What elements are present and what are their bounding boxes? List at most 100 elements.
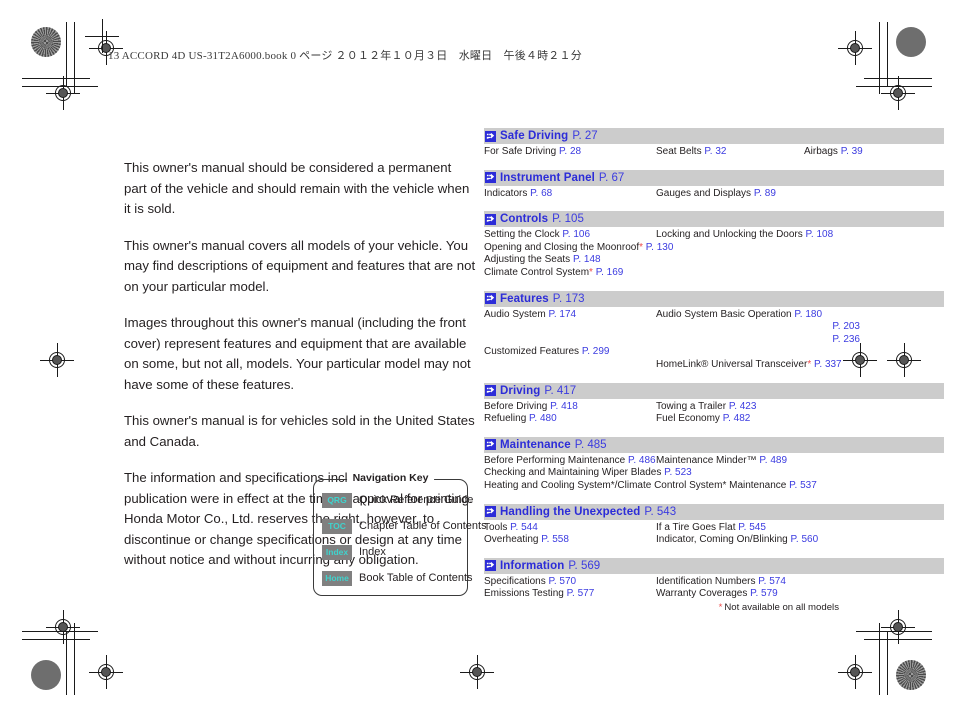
toc-entry-continuation-page[interactable]: P. 203 <box>656 321 860 334</box>
footnote: * Not available on all models <box>484 602 944 613</box>
toc-entry[interactable]: Maintenance Minder™ P. 489 <box>656 455 944 468</box>
toc-row: Customized Features P. 299 <box>484 346 944 359</box>
toc-section-header[interactable]: Handling the Unexpected P. 543 <box>484 503 944 520</box>
nav-badge-home-icon[interactable]: Home <box>322 570 352 586</box>
navigation-key-row[interactable]: Index Index <box>322 540 459 564</box>
toc-entry-page[interactable]: P. 544 <box>510 522 538 533</box>
toc-section-page[interactable]: P. 27 <box>572 130 597 142</box>
toc-entry-page[interactable]: P. 523 <box>664 467 692 478</box>
toc-entry[interactable]: Locking and Unlocking the Doors P. 108 <box>656 229 944 242</box>
toc-section-page[interactable]: P. 485 <box>575 439 607 451</box>
footnote-text: Not available on all models <box>724 602 839 613</box>
toc-entry-page[interactable]: P. 558 <box>541 534 569 545</box>
toc-entry[interactable]: Identification Numbers P. 574 <box>656 576 944 589</box>
toc-section-title: Driving <box>500 384 541 397</box>
toc-row: Emissions Testing P. 577 Warranty Coverag… <box>484 588 944 601</box>
toc-section-page[interactable]: P. 417 <box>544 385 576 397</box>
toc-entry-page[interactable]: P. 570 <box>548 576 576 587</box>
toc-entry[interactable]: Airbags P. 39 <box>804 146 944 159</box>
toc-entry[interactable]: Adjusting the Seats P. 148 <box>484 254 944 267</box>
toc-entry[interactable]: Warranty Coverages P. 579 <box>656 588 944 601</box>
toc-entry[interactable]: Climate Control System* P. 169 <box>484 267 944 280</box>
toc-entry-page[interactable]: P. 130 <box>646 242 674 253</box>
registration-target-left-mid <box>40 343 74 377</box>
toc-section-header[interactable]: Features P. 173 <box>484 290 944 307</box>
toc-entry-continuation-page[interactable]: P. 236 <box>656 334 860 347</box>
toc-section-header[interactable]: Controls P. 105 <box>484 211 944 228</box>
navigation-key-row[interactable]: QRG Quick Reference Guide <box>322 488 473 512</box>
toc-entry-page[interactable]: P. 337 <box>814 359 842 370</box>
toc-entry-page[interactable]: P. 108 <box>806 229 834 240</box>
toc-entry-page[interactable]: P. 299 <box>582 346 610 357</box>
toc-row: Overheating P. 558 Indicator, Coming On/B… <box>484 534 944 547</box>
navigation-key-row[interactable]: TOC Chapter Table of Contents <box>322 514 487 538</box>
toc-entry-page[interactable]: P. 545 <box>738 522 766 533</box>
toc-entry-page[interactable]: P. 579 <box>750 588 778 599</box>
toc-entry[interactable]: Towing a Trailer P. 423 <box>656 401 944 414</box>
toc-section-page[interactable]: P. 67 <box>599 172 624 184</box>
toc-section-page[interactable]: P. 105 <box>552 213 584 225</box>
toc-section-page[interactable]: P. 173 <box>553 293 585 305</box>
toc-entry-page[interactable]: P. 486 <box>628 455 656 466</box>
toc-entry[interactable]: Gauges and Displays P. 89 <box>656 188 944 201</box>
toc-entry-page[interactable]: P. 28 <box>559 146 581 157</box>
toc-entry[interactable]: Tools P. 544 <box>484 522 656 535</box>
toc-entry-page[interactable]: P. 560 <box>791 534 819 545</box>
toc-entry[interactable]: Emissions Testing P. 577 <box>484 588 656 601</box>
toc-entry[interactable]: Heating and Cooling System*/Climate Cont… <box>484 480 944 493</box>
toc-entry-page[interactable]: P. 106 <box>562 229 590 240</box>
toc-entry[interactable]: Customized Features P. 299 <box>484 346 944 359</box>
toc-entry[interactable]: Before Driving P. 418 <box>484 401 656 414</box>
toc-entry-page[interactable]: P. 482 <box>723 413 751 424</box>
registration-target-tr-b <box>881 76 915 110</box>
toc-entry[interactable]: Setting the Clock P. 106 <box>484 229 656 242</box>
toc-section: Safe Driving P. 27 For Safe Driving P. 28 S… <box>484 128 944 159</box>
toc-entry[interactable]: Overheating P. 558 <box>484 534 656 547</box>
navigation-key-row[interactable]: Home Book Table of Contents <box>322 566 473 590</box>
toc-section-header[interactable]: Information P. 569 <box>484 557 944 574</box>
toc-entry[interactable]: Indicator, Coming On/Blinking P. 560 <box>656 534 944 547</box>
toc-section-header[interactable]: Maintenance P. 485 <box>484 436 944 453</box>
toc-entry-page[interactable]: P. 423 <box>729 401 757 412</box>
toc-section-header[interactable]: Instrument Panel P. 67 <box>484 169 944 186</box>
toc-entry[interactable]: HomeLink® Universal Transceiver* P. 337 <box>656 359 944 372</box>
toc-entry[interactable]: If a Tire Goes Flat P. 545 <box>656 522 944 535</box>
toc-entry-page[interactable]: P. 89 <box>754 188 776 199</box>
toc-entry-page[interactable]: P. 169 <box>596 267 624 278</box>
toc-entry-page[interactable]: P. 489 <box>759 455 787 466</box>
toc-entry[interactable]: Audio System P. 174 <box>484 309 656 347</box>
toc-section-page[interactable]: P. 543 <box>644 506 676 518</box>
toc-entry-label: Tools <box>484 521 508 533</box>
toc-entry[interactable]: For Safe Driving P. 28 <box>484 146 656 159</box>
toc-entry-label: Gauges and Displays <box>656 187 752 199</box>
toc-entry-page[interactable]: P. 68 <box>530 188 552 199</box>
toc-entry-page[interactable]: P. 39 <box>841 146 863 157</box>
toc-entry[interactable]: Specifications P. 570 <box>484 576 656 589</box>
toc-entry[interactable]: Audio System Basic Operation P. 180 P. 20… <box>656 309 860 347</box>
toc-entry[interactable] <box>484 359 656 372</box>
toc-entry[interactable]: Checking and Maintaining Wiper Blades P.… <box>484 467 944 480</box>
toc-row: Climate Control System* P. 169 <box>484 267 944 280</box>
toc-section-page[interactable]: P. 569 <box>568 560 600 572</box>
toc-entry-page[interactable]: P. 180 <box>794 309 822 320</box>
toc-entry-page[interactable]: P. 577 <box>567 588 595 599</box>
toc-entry[interactable]: Refueling P. 480 <box>484 413 656 426</box>
toc-entry[interactable]: Indicators P. 68 <box>484 188 656 201</box>
toc-entry-page[interactable]: P. 418 <box>550 401 578 412</box>
nav-badge-toc-icon[interactable]: TOC <box>322 518 352 534</box>
toc-entry-page[interactable]: P. 32 <box>704 146 726 157</box>
toc-entry[interactable]: Before Performing Maintenance P. 486 <box>484 455 656 468</box>
toc-entry-page[interactable]: P. 574 <box>758 576 786 587</box>
toc-section-header[interactable]: Safe Driving P. 27 <box>484 128 944 144</box>
toc-section-header[interactable]: Driving P. 417 <box>484 382 944 399</box>
toc-entry[interactable]: Seat Belts P. 32 <box>656 146 804 159</box>
nav-badge-qrg-icon[interactable]: QRG <box>322 492 352 508</box>
toc-entry[interactable]: Opening and Closing the Moonroof* P. 130 <box>484 242 944 255</box>
toc-entry-page[interactable]: P. 148 <box>573 254 601 265</box>
toc-entry-page[interactable]: P. 480 <box>529 413 557 424</box>
toc-entry-page[interactable]: P. 537 <box>789 480 817 491</box>
toc-entry[interactable]: Fuel Economy P. 482 <box>656 413 944 426</box>
registration-target-bl-a <box>89 655 123 689</box>
nav-badge-index-icon[interactable]: Index <box>322 544 352 560</box>
toc-entry-page[interactable]: P. 174 <box>548 309 576 320</box>
